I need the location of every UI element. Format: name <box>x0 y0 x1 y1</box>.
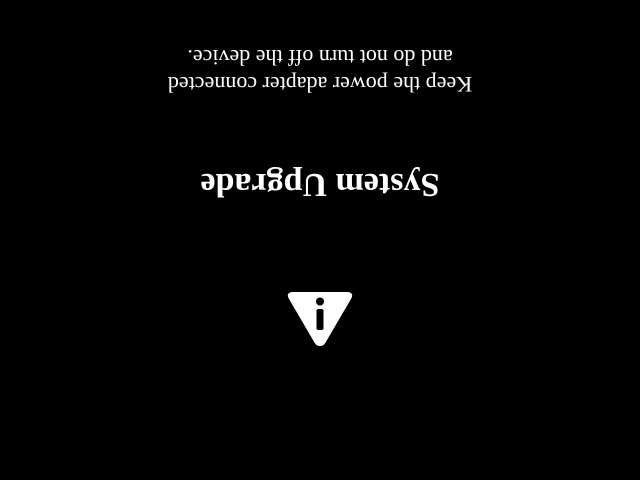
page-title: System Upgrade <box>200 166 440 203</box>
upgrade-screen: System Upgrade Keep the power adapter co… <box>0 0 640 480</box>
message-line-2: and do not turn off the device. <box>187 45 453 70</box>
message-line-1: Keep the power adapter connected <box>167 72 473 97</box>
upgrade-message: Keep the power adapter connected and do … <box>0 44 640 98</box>
warning-icon <box>285 290 355 350</box>
